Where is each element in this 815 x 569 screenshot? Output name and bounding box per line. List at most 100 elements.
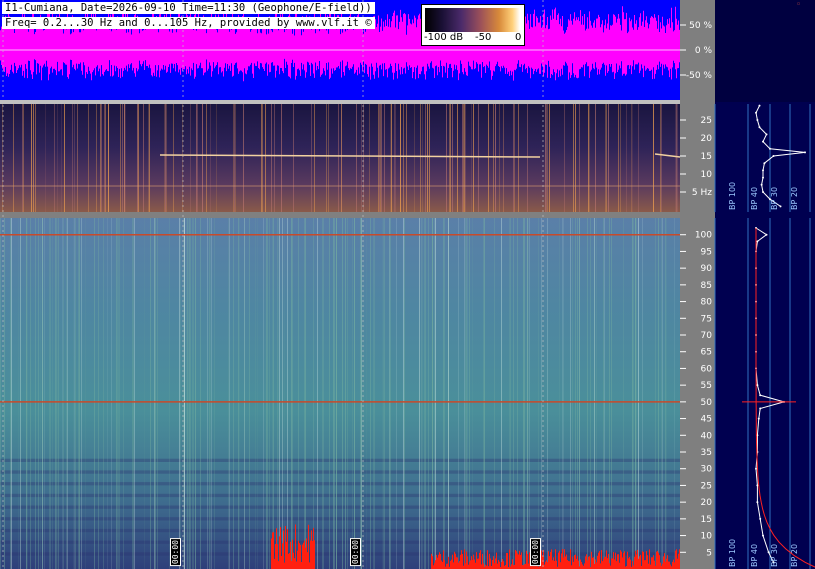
hf-noise-mark: [277, 544, 278, 569]
hf-streak: [0, 218, 1, 569]
lf-streak: [108, 104, 109, 212]
waveform-scale-tick-label: -50 %: [686, 71, 713, 81]
waveform-scale-tick-label: 0 %: [695, 46, 713, 56]
lf-streak: [564, 104, 565, 212]
hf-noise-mark: [302, 544, 303, 569]
hf-noise-mark: [519, 550, 520, 569]
hf-streak: [67, 218, 68, 569]
hf-streak: [11, 218, 12, 569]
hf-noise-mark: [462, 554, 463, 569]
hf-streak: [596, 218, 597, 569]
hf-scale-tick-label: 60: [701, 364, 713, 374]
hf-noise-mark: [565, 556, 566, 569]
hf-streak: [370, 218, 371, 569]
hf-noise-mark: [311, 530, 312, 569]
lf-streak: [54, 104, 55, 212]
hf-streak: [623, 218, 624, 569]
hf-streak: [603, 218, 604, 569]
hf-scale-tick-label: 5: [706, 548, 712, 558]
lf-streak: [64, 104, 65, 212]
hf-noise-mark: [646, 551, 647, 569]
hf-noise-mark: [674, 562, 675, 569]
hf-streak: [228, 218, 229, 569]
hf-streak: [210, 218, 211, 569]
hf-streak: [655, 218, 656, 569]
hf-noise-mark: [454, 551, 455, 569]
lf-streak: [120, 104, 121, 212]
hf-noise-mark: [577, 556, 578, 569]
lf-streak: [216, 104, 217, 212]
hf-noise-mark: [455, 553, 456, 569]
lf-spectrum-bp-label: BP 30: [770, 187, 779, 210]
hf-scale-tick-label: 80: [701, 298, 713, 308]
hf-noise-mark: [623, 553, 624, 569]
hf-noise-mark: [464, 549, 465, 569]
hf-noise-mark: [559, 550, 560, 569]
hf-streak: [233, 218, 234, 569]
hf-noise-mark: [632, 561, 633, 569]
hf-noise-mark: [621, 551, 622, 569]
hf-streak: [425, 218, 426, 569]
hf-streak: [604, 218, 605, 569]
hf-noise-mark: [609, 563, 610, 569]
hf-noise-mark: [595, 559, 596, 569]
lf-streak: [361, 104, 362, 212]
hf-noise-mark: [297, 550, 298, 569]
hf-streak: [304, 218, 305, 569]
right-panel-top: [715, 0, 815, 102]
hf-noise-mark: [633, 565, 634, 569]
hf-streak: [465, 218, 466, 569]
hf-streak: [195, 218, 196, 569]
hf-streak: [58, 218, 59, 569]
hf-noise-mark: [570, 549, 571, 569]
lf-streak: [243, 104, 244, 212]
lf-streak: [328, 104, 329, 212]
hf-noise-mark: [479, 552, 480, 569]
hf-noise-mark: [521, 552, 522, 569]
hf-noise-mark: [447, 563, 448, 569]
lf-spectrum-bp-label: BP 100: [728, 182, 737, 210]
hf-noise-mark: [549, 556, 550, 569]
hf-noise-mark: [518, 554, 519, 569]
hf-noise-mark: [458, 562, 459, 569]
hf-noise-mark: [272, 532, 273, 569]
hf-streak: [403, 218, 404, 569]
hf-noise-mark: [314, 540, 315, 569]
hf-noise-mark: [610, 565, 611, 569]
hf-noise-mark: [310, 540, 311, 569]
lf-streak: [390, 104, 391, 212]
hf-streak: [662, 218, 663, 569]
lf-streak: [22, 104, 23, 212]
hf-noise-mark: [461, 550, 462, 569]
hf-streak: [55, 218, 56, 569]
hf-noise-mark: [478, 558, 479, 569]
hf-streak: [279, 218, 280, 569]
hf-streak: [421, 218, 422, 569]
lf-streak: [606, 104, 607, 212]
hf-noise-mark: [281, 556, 282, 569]
hf-streak: [517, 218, 518, 569]
hf-noise-mark: [669, 561, 670, 569]
hf-noise-mark: [434, 563, 435, 569]
lf-streak: [660, 104, 661, 212]
hf-noise-mark: [562, 549, 563, 569]
hf-noise-mark: [544, 564, 545, 569]
lf-streak: [394, 104, 395, 212]
lf-streak: [420, 104, 421, 212]
hf-scale-tick-label: 75: [701, 314, 712, 324]
hf-noise-mark: [436, 554, 437, 569]
hf-streak: [594, 218, 595, 569]
hf-noise-mark: [665, 561, 666, 569]
hf-streak: [361, 218, 362, 569]
hf-streak: [435, 218, 436, 569]
hf-streak: [44, 218, 45, 569]
hf-noise-mark: [607, 558, 608, 569]
hf-noise-mark: [466, 551, 467, 569]
hf-noise-mark: [450, 560, 451, 569]
lf-streak: [262, 104, 263, 212]
hf-streak: [189, 218, 190, 569]
hf-spectrum-bp-label: BP 100: [728, 539, 737, 567]
hf-noise-mark: [676, 549, 677, 569]
hf-noise-mark: [628, 558, 629, 569]
lf-streak: [293, 104, 294, 212]
